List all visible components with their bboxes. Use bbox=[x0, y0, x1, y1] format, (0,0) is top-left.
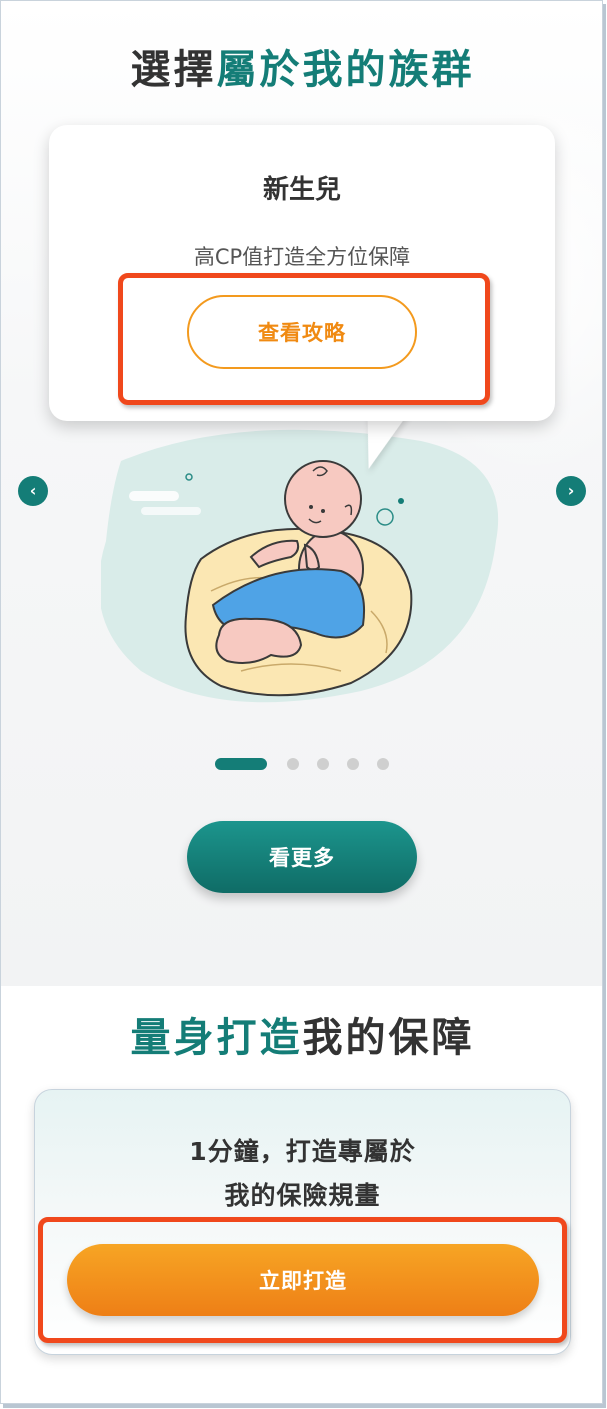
group-name: 新生兒 bbox=[262, 175, 341, 205]
carousel-prev-icon[interactable]: ‹ bbox=[18, 476, 48, 506]
newborn-illustration bbox=[101, 429, 499, 703]
title-dark-part: 我的保障 bbox=[302, 1015, 475, 1061]
plan-line-1: 1分鐘，打造專屬於 bbox=[189, 1137, 416, 1166]
baby-head bbox=[284, 460, 362, 538]
title-dark-part: 選擇 bbox=[130, 47, 217, 93]
highlight-box-strategy bbox=[118, 273, 490, 405]
title-teal-part: 屬於我的族群 bbox=[216, 47, 475, 93]
baby-eye-left bbox=[309, 505, 313, 509]
see-more-button[interactable]: 看更多 bbox=[187, 821, 417, 893]
group-subtitle: 高CP值打造全方位保障 bbox=[193, 245, 411, 269]
leaf-stripe-1 bbox=[129, 491, 179, 501]
baby-leg bbox=[215, 617, 303, 664]
pagination-dot-5[interactable] bbox=[377, 758, 389, 770]
title-teal-part: 量身打造 bbox=[130, 1015, 303, 1061]
pagination-dot-1[interactable] bbox=[215, 758, 267, 770]
group-select-section: 選擇屬於我的族群 新生兒 高CP值打造全方位保障 查看攻略 ‹ › 看更多 bbox=[1, 1, 602, 986]
section-title-groups: 選擇屬於我的族群 bbox=[1, 37, 602, 95]
plan-line-2: 我的保險規畫 bbox=[224, 1181, 381, 1210]
pagination-dot-3[interactable] bbox=[317, 758, 329, 770]
carousel-next-icon[interactable]: › bbox=[556, 476, 586, 506]
bubble-2 bbox=[398, 498, 404, 504]
baby-eye-right bbox=[321, 509, 325, 513]
carousel-pagination bbox=[1, 757, 602, 771]
section-title-plan: 量身打造我的保障 bbox=[1, 1005, 602, 1063]
page-frame: 選擇屬於我的族群 新生兒 高CP值打造全方位保障 查看攻略 ‹ › 看更多 量身… bbox=[0, 0, 603, 1404]
highlight-box-build bbox=[38, 1217, 567, 1343]
leaf-stripe-2 bbox=[141, 507, 201, 515]
pagination-dot-4[interactable] bbox=[347, 758, 359, 770]
pagination-dot-2[interactable] bbox=[287, 758, 299, 770]
